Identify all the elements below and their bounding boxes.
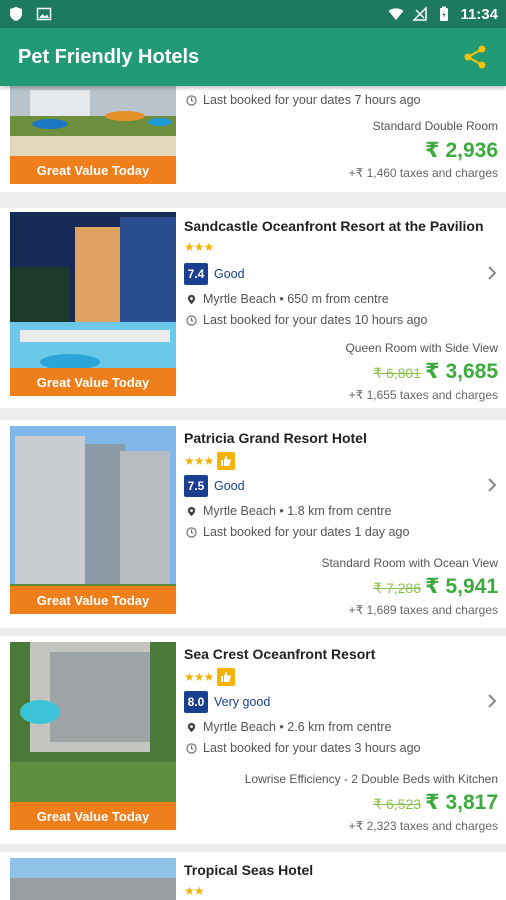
last-booked: Last booked for your dates 1 day ago xyxy=(186,525,409,539)
wifi-icon xyxy=(388,8,404,20)
review-rating: 7.5 Good xyxy=(184,475,245,497)
price: ₹ 3,685 xyxy=(425,360,498,383)
hotel-list[interactable]: Great Value Today Last booked for your d… xyxy=(0,86,506,900)
last-booked: Last booked for your dates 10 hours ago xyxy=(186,313,427,327)
hotel-photo: Great Value Today xyxy=(10,642,176,830)
chevron-right-icon[interactable] xyxy=(486,264,498,282)
room-type: Lowrise Efficiency - 2 Double Beds with … xyxy=(244,772,498,786)
clock-icon xyxy=(186,94,197,106)
hotel-name[interactable]: Sandcastle Oceanfront Resort at the Pavi… xyxy=(184,218,484,234)
price-row: ₹ 6,523 ₹ 3,817 xyxy=(373,790,498,815)
hotel-card[interactable]: Great Value Today Sandcastle Oceanfront … xyxy=(0,208,506,408)
thumbs-up-icon xyxy=(217,452,236,470)
hotel-info: Tropical Seas Hotel ★★ xyxy=(184,852,498,900)
location-pin-icon xyxy=(187,722,196,732)
location-pin-icon xyxy=(187,294,196,304)
room-type: Standard Room with Ocean View xyxy=(321,556,498,570)
image-icon xyxy=(36,7,52,21)
price-row: ₹ 7,286 ₹ 5,941 xyxy=(373,574,498,599)
hotel-card[interactable]: Great Value Today Last booked for your d… xyxy=(0,86,506,192)
location-pin-icon xyxy=(187,506,196,516)
hotel-card[interactable]: Great Value Today Patricia Grand Resort … xyxy=(0,420,506,628)
taxes: +₹ 2,323 taxes and charges xyxy=(348,819,498,833)
review-label: Good xyxy=(214,267,245,281)
hotel-photo: Great Value Today xyxy=(10,426,176,614)
location: Myrtle Beach • 650 m from centre xyxy=(186,292,389,306)
deal-badge: Great Value Today xyxy=(10,368,176,396)
deal-badge: Great Value Today xyxy=(10,586,176,614)
app-bar: Pet Friendly Hotels xyxy=(0,28,506,86)
star-rating: ★★★ xyxy=(184,452,236,470)
clock-icon xyxy=(186,314,197,326)
review-label: Very good xyxy=(214,695,271,709)
price: ₹ 3,817 xyxy=(425,791,498,814)
hotel-info: Patricia Grand Resort Hotel ★★★ 7.5 Good… xyxy=(184,420,498,628)
status-time: 11:34 xyxy=(460,5,498,23)
review-rating: 7.4 Good xyxy=(184,263,245,285)
review-score: 7.4 xyxy=(184,263,208,285)
page-title: Pet Friendly Hotels xyxy=(18,45,200,68)
price-row: ₹ 6,801 ₹ 3,685 xyxy=(373,359,498,384)
hotel-info: Last booked for your dates 7 hours ago S… xyxy=(184,86,498,192)
price: ₹ 5,941 xyxy=(425,575,498,598)
chevron-right-icon[interactable] xyxy=(486,476,498,494)
taxes: +₹ 1,655 taxes and charges xyxy=(348,388,498,402)
shield-icon xyxy=(10,7,22,21)
clock-icon xyxy=(186,526,197,538)
no-signal-icon xyxy=(412,6,428,21)
hotel-photo: Great Value Today xyxy=(10,86,176,184)
thumbs-up-icon xyxy=(217,668,236,686)
review-rating: 8.0 Very good xyxy=(184,691,270,713)
price: ₹ 2,936 xyxy=(425,139,498,162)
hotel-photo: Great Value Today xyxy=(10,212,176,396)
star-rating: ★★★ xyxy=(184,240,214,254)
room-type: Queen Room with Side View xyxy=(345,341,498,355)
hotel-info: Sea Crest Oceanfront Resort ★★★ 8.0 Very… xyxy=(184,636,498,844)
last-booked: Last booked for your dates 7 hours ago xyxy=(186,93,421,107)
taxes: +₹ 1,689 taxes and charges xyxy=(348,603,498,617)
review-score: 8.0 xyxy=(184,691,208,713)
location: Myrtle Beach • 2.6 km from centre xyxy=(186,720,391,734)
hotel-card[interactable]: Great Value Today Sea Crest Oceanfront R… xyxy=(0,636,506,844)
deal-badge: Great Value Today xyxy=(10,156,176,184)
hotel-info: Sandcastle Oceanfront Resort at the Pavi… xyxy=(184,208,498,408)
old-price: ₹ 6,523 xyxy=(373,796,421,812)
old-price: ₹ 7,286 xyxy=(373,580,421,596)
price-row: ₹ 2,936 xyxy=(425,138,498,163)
share-icon[interactable] xyxy=(462,44,488,70)
star-rating: ★★★ xyxy=(184,668,236,686)
clock-icon xyxy=(186,742,197,754)
star-rating: ★★ xyxy=(184,884,204,898)
hotel-name[interactable]: Sea Crest Oceanfront Resort xyxy=(184,646,375,662)
hotel-name[interactable]: Patricia Grand Resort Hotel xyxy=(184,430,367,446)
old-price: ₹ 6,801 xyxy=(373,365,421,381)
hotel-card[interactable]: Tropical Seas Hotel ★★ xyxy=(0,852,506,900)
last-booked: Last booked for your dates 3 hours ago xyxy=(186,741,421,755)
hotel-photo xyxy=(10,858,176,900)
battery-icon xyxy=(440,6,449,21)
location: Myrtle Beach • 1.8 km from centre xyxy=(186,504,391,518)
taxes: +₹ 1,460 taxes and charges xyxy=(348,166,498,180)
room-type: Standard Double Room xyxy=(372,119,498,133)
chevron-right-icon[interactable] xyxy=(486,692,498,710)
status-bar: 11:34 xyxy=(0,0,506,28)
review-label: Good xyxy=(214,479,245,493)
hotel-name[interactable]: Tropical Seas Hotel xyxy=(184,862,313,878)
review-score: 7.5 xyxy=(184,475,208,497)
deal-badge: Great Value Today xyxy=(10,802,176,830)
